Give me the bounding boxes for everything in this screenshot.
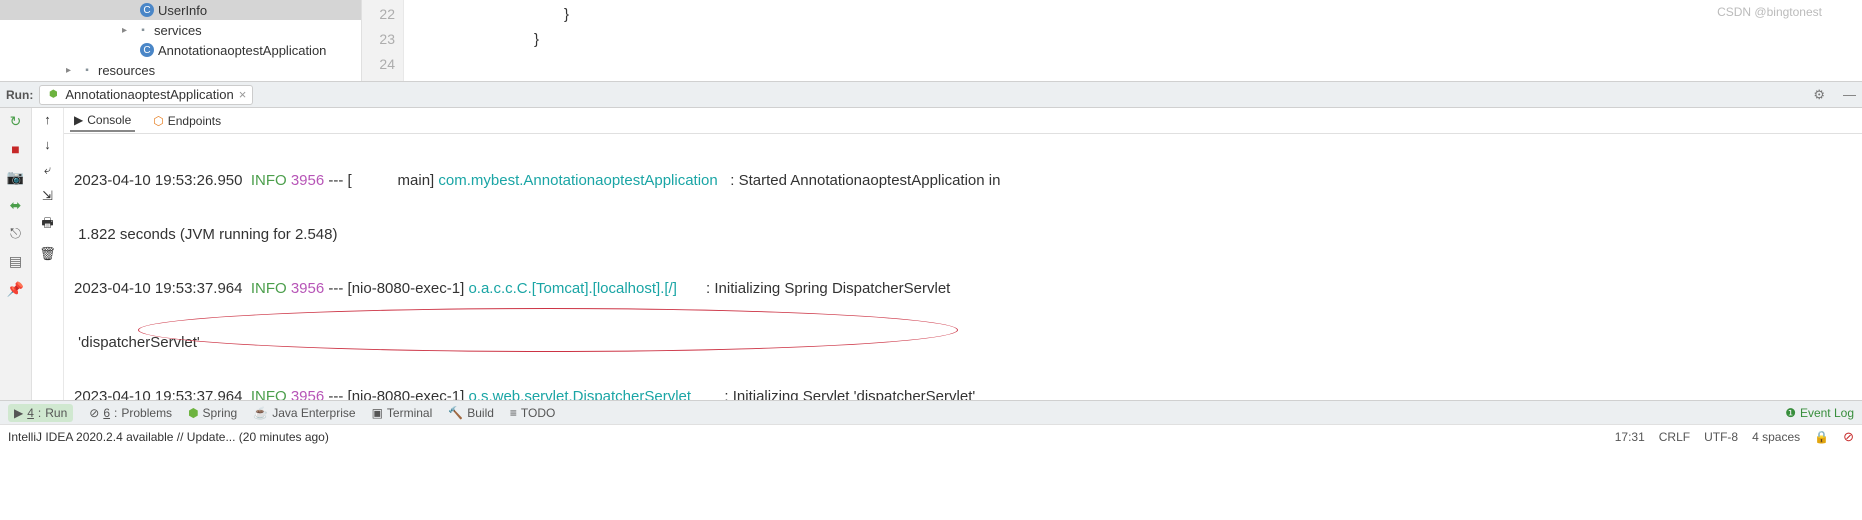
endpoints-icon: ⬡ (153, 114, 163, 128)
toolwindow-terminal[interactable]: ▣ Terminal (372, 406, 433, 420)
spring-boot-icon: ⬢ (46, 88, 60, 102)
project-tree[interactable]: C UserInfo ▸ ▪ services C Annotationaopt… (0, 0, 362, 81)
toolwindow-problems[interactable]: ⊘ 6: Problems (89, 406, 172, 420)
event-log-button[interactable]: ❶ Event Log (1785, 406, 1854, 420)
rerun-icon[interactable]: ↻ (7, 112, 25, 130)
line-separator[interactable]: CRLF (1659, 430, 1690, 444)
console-tabs: ▶ Console ⬡ Endpoints (64, 108, 1862, 134)
pin-icon[interactable]: 📌 (7, 280, 25, 298)
tree-item-services[interactable]: ▸ ▪ services (0, 20, 361, 40)
toolwindow-spring[interactable]: ⬢ Spring (188, 406, 237, 420)
error-icon[interactable]: ⊘ (1843, 429, 1854, 445)
tree-item-resources[interactable]: ▸ ▪ resources (0, 60, 361, 80)
tree-label: AnnotationaoptestApplication (158, 43, 326, 58)
tab-endpoints[interactable]: ⬡ Endpoints (149, 111, 225, 131)
code-editor[interactable]: } } CSDN @bingtonest (404, 0, 1862, 81)
bottom-toolbar: ▶ 4: Run ⊘ 6: Problems ⬢ Spring ☕ Java E… (0, 400, 1862, 424)
class-icon: C (140, 43, 154, 57)
layout-icon[interactable]: ▤ (7, 252, 25, 270)
folder-icon: ▪ (136, 23, 150, 37)
down-icon[interactable]: ↓ (44, 137, 51, 152)
log-line: 2023-04-10 19:53:37.964 INFO 3956 --- [n… (74, 275, 1852, 302)
code-line: } (404, 2, 1862, 27)
toolwindow-build[interactable]: 🔨 Build (448, 406, 494, 420)
exit-icon[interactable]: ⎋ (7, 224, 25, 242)
soft-wrap-icon[interactable]: ⤶ (44, 162, 51, 178)
status-bar: IntelliJ IDEA 2020.2.4 available // Upda… (0, 424, 1862, 448)
update-notification[interactable]: IntelliJ IDEA 2020.2.4 available // Upda… (8, 430, 329, 444)
clear-icon[interactable]: 🗑 (39, 246, 56, 262)
run-label: Run: (6, 88, 33, 102)
log-line: 'dispatcherServlet' (74, 329, 1852, 356)
folder-icon: ▪ (80, 63, 94, 77)
console-output[interactable]: 2023-04-10 19:53:26.950 INFO 3956 --- [ … (64, 134, 1862, 400)
log-line: 2023-04-10 19:53:26.950 INFO 3956 --- [ … (74, 167, 1852, 194)
tree-label: resources (98, 63, 155, 78)
editor-gutter: 22 23 24 (362, 0, 404, 81)
toolwindow-todo[interactable]: ≡ TODO (510, 406, 555, 420)
gear-icon[interactable]: ⚙ (1807, 87, 1831, 103)
tab-label: Endpoints (168, 114, 221, 128)
indent[interactable]: 4 spaces (1752, 430, 1800, 444)
tree-item-userinfo[interactable]: C UserInfo (0, 0, 361, 20)
log-line: 2023-04-10 19:53:37.964 INFO 3956 --- [n… (74, 383, 1852, 400)
chevron-right-icon: ▸ (66, 65, 76, 76)
toolwindow-run[interactable]: ▶ 4: Run (8, 404, 73, 422)
toolwindow-javaee[interactable]: ☕ Java Enterprise (253, 406, 355, 420)
encoding[interactable]: UTF-8 (1704, 430, 1738, 444)
debug-icon[interactable]: ⬌ (7, 196, 25, 214)
print-icon[interactable]: 🖶 (41, 214, 53, 236)
up-icon[interactable]: ↑ (44, 112, 51, 127)
console-vertical-toolbar: ↑ ↓ ⤶ ⇲ 🖶 🗑 (32, 108, 64, 400)
run-vertical-toolbar: ↻ ■ 📷 ⬌ ⎋ ▤ 📌 (0, 108, 32, 400)
clock: 17:31 (1615, 430, 1645, 444)
lock-icon[interactable]: 🔒 (1814, 430, 1829, 444)
camera-icon[interactable]: 📷 (7, 168, 25, 186)
run-tab-label: AnnotationaoptestApplication (65, 87, 233, 102)
tab-label: Console (87, 113, 131, 127)
minimize-icon[interactable]: — (1837, 87, 1862, 102)
console-icon: ▶ (74, 113, 83, 127)
run-toolwindow-header: Run: ⬢ AnnotationaoptestApplication × ⚙ … (0, 82, 1862, 108)
scroll-icon[interactable]: ⇲ (42, 188, 53, 204)
log-line: 1.822 seconds (JVM running for 2.548) (74, 221, 1852, 248)
chevron-right-icon: ▸ (122, 25, 132, 36)
tree-item-app[interactable]: C AnnotationaoptestApplication (0, 40, 361, 60)
close-icon[interactable]: × (239, 87, 247, 102)
code-line: } (404, 27, 1862, 52)
stop-icon[interactable]: ■ (7, 140, 25, 158)
tab-console[interactable]: ▶ Console (70, 110, 135, 132)
tree-label: UserInfo (158, 3, 207, 18)
tree-label: services (154, 23, 202, 38)
run-config-tab[interactable]: ⬢ AnnotationaoptestApplication × (39, 85, 253, 105)
class-icon: C (140, 3, 154, 17)
